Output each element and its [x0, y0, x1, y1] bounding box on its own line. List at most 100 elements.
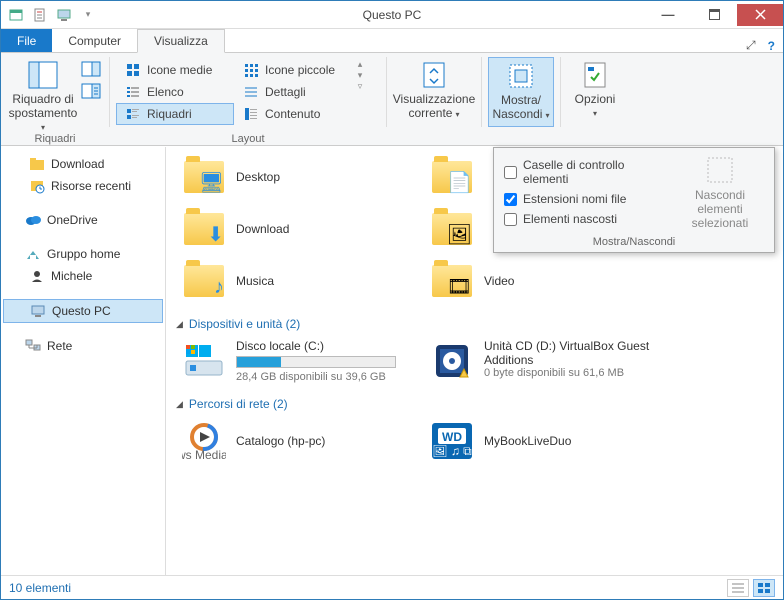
- net-mybook[interactable]: WD🖼 ♫ ⧉ MyBookLiveDuo: [424, 415, 672, 467]
- layout-list[interactable]: Elenco: [116, 81, 234, 103]
- view-tab[interactable]: Visualizza: [137, 29, 225, 53]
- show-hide-button[interactable]: Mostra/ Nascondi ▾: [488, 57, 554, 127]
- options-button[interactable]: Opzioni▾: [567, 57, 623, 127]
- layout-details[interactable]: Dettagli: [234, 81, 352, 103]
- folder-music-label: Musica: [236, 274, 274, 288]
- navigation-pane-button[interactable]: Riquadro di spostamento ▾: [7, 57, 79, 127]
- folder-music[interactable]: ♪ Musica: [176, 255, 424, 307]
- computer-icon[interactable]: [53, 4, 75, 26]
- layout-content-label: Contenuto: [265, 107, 320, 121]
- dropdown-footer: Mostra/Nascondi: [504, 230, 764, 248]
- checkbox-extensions[interactable]: [504, 193, 517, 206]
- options-icon: [579, 59, 611, 91]
- net-catalogo-label: Catalogo (hp-pc): [236, 434, 325, 448]
- current-view-label: Visualizzazione corrente: [393, 92, 476, 120]
- minimize-ribbon-icon[interactable]: ⤢: [746, 38, 756, 53]
- quick-access-toolbar: ▾: [1, 4, 99, 26]
- check-filename-extensions[interactable]: Estensioni nomi file: [504, 192, 666, 206]
- checkbox-itemboxes[interactable]: [504, 166, 517, 179]
- view-details-toggle[interactable]: [727, 579, 749, 597]
- ribbon-group-layout: Icone medie Icone piccole Elenco Dettagl…: [110, 53, 386, 147]
- ribbon-group-current-view: Visualizzazione corrente ▾: [387, 53, 481, 147]
- status-item-count: 10 elementi: [9, 581, 71, 595]
- nav-this-pc[interactable]: Questo PC: [3, 299, 163, 323]
- nav-recent-label: Risorse recenti: [51, 179, 131, 193]
- net-catalogo[interactable]: Windows Media Player Catalogo (hp-pc): [176, 415, 424, 467]
- hide-selected-button[interactable]: Nascondi elementi selezionati: [676, 154, 764, 230]
- checkbox-hidden[interactable]: [504, 213, 517, 226]
- folder-video[interactable]: 🎞 Video: [424, 255, 672, 307]
- svg-text:Windows Media Player: Windows Media Player: [182, 448, 226, 462]
- nav-download[interactable]: Download: [1, 153, 165, 175]
- close-button[interactable]: [737, 4, 783, 26]
- current-view-button[interactable]: Visualizzazione corrente ▾: [393, 57, 475, 127]
- layout-content[interactable]: Contenuto: [234, 103, 352, 125]
- properties-icon[interactable]: [29, 4, 51, 26]
- onedrive-icon: [25, 212, 41, 228]
- layout-tiles[interactable]: Riquadri: [116, 103, 234, 125]
- folder-icon: [29, 156, 45, 172]
- tab-row-right: ⤢ ?: [746, 38, 783, 53]
- qat-dropdown-icon[interactable]: ▾: [77, 4, 99, 26]
- nav-thispc-label: Questo PC: [52, 304, 111, 318]
- maximize-button[interactable]: [691, 4, 737, 26]
- svg-text:🖼 ♫ ⧉: 🖼 ♫ ⧉: [432, 444, 472, 458]
- check-extensions-label: Estensioni nomi file: [523, 192, 626, 206]
- qat-icon-1[interactable]: [5, 4, 27, 26]
- hide-selected-icon: [704, 154, 736, 186]
- section-devices[interactable]: ◢ Dispositivi e unità (2): [176, 307, 783, 335]
- folder-download[interactable]: ⬇ Download: [176, 203, 424, 255]
- file-tab[interactable]: File: [1, 29, 52, 53]
- nav-homegroup[interactable]: Gruppo home: [1, 243, 165, 265]
- preview-pane-button[interactable]: [79, 59, 103, 79]
- wd-icon: WD🖼 ♫ ⧉: [430, 419, 474, 463]
- folder-icon: ♪: [184, 265, 224, 297]
- section-network[interactable]: ◢ Percorsi di rete (2): [176, 387, 783, 415]
- view-large-toggle[interactable]: [753, 579, 775, 597]
- ribbon-group-options: Opzioni▾: [561, 53, 629, 147]
- ribbon-tab-row: File Computer Visualizza ⤢ ?: [1, 29, 783, 53]
- recent-icon: [29, 178, 45, 194]
- nav-network-label: Rete: [47, 339, 72, 353]
- layout-details-label: Dettagli: [265, 85, 306, 99]
- check-item-checkboxes[interactable]: Caselle di controllo elementi: [504, 158, 666, 186]
- drive-local-name: Disco locale (C:): [236, 339, 418, 353]
- check-hidden-label: Elementi nascosti: [523, 212, 617, 226]
- section-network-label: Percorsi di rete (2): [189, 397, 288, 411]
- layout-list-label: Elenco: [147, 85, 184, 99]
- layout-medium-label: Icone medie: [147, 63, 212, 77]
- nav-user-michele[interactable]: Michele: [1, 265, 165, 287]
- content-icon: [243, 106, 259, 122]
- small-icons-icon: [243, 62, 259, 78]
- drive-local-sub: 28,4 GB disponibili su 39,6 GB: [236, 371, 418, 383]
- window-controls: —: [645, 4, 783, 26]
- folder-icon: 🖥: [184, 161, 224, 193]
- folder-desktop[interactable]: 🖥 Desktop: [176, 151, 424, 203]
- layout-tiles-label: Riquadri: [147, 107, 192, 121]
- titlebar: ▾ Questo PC —: [1, 1, 783, 29]
- medium-icons-icon: [125, 62, 141, 78]
- svg-text:WD: WD: [442, 430, 462, 444]
- folder-icon: 📄: [432, 161, 472, 193]
- nav-recent[interactable]: Risorse recenti: [1, 175, 165, 197]
- help-icon[interactable]: ?: [768, 39, 775, 53]
- layout-small-icons[interactable]: Icone piccole: [234, 59, 352, 81]
- drive-local-c[interactable]: Disco locale (C:) 28,4 GB disponibili su…: [176, 335, 424, 387]
- layout-medium-icons[interactable]: Icone medie: [116, 59, 234, 81]
- nav-network[interactable]: Rete: [1, 335, 165, 357]
- computer-tab[interactable]: Computer: [52, 29, 137, 53]
- drive-cd-name: Unità CD (D:) VirtualBox Guest Additions: [484, 339, 666, 367]
- check-hidden-items[interactable]: Elementi nascosti: [504, 212, 666, 226]
- details-pane-button[interactable]: [79, 81, 103, 101]
- folder-icon: 🎞: [432, 265, 472, 297]
- minimize-button[interactable]: —: [645, 4, 691, 26]
- show-hide-icon: [505, 60, 537, 92]
- show-hide-dropdown: Caselle di controllo elementi Estensioni…: [493, 147, 775, 253]
- navigation-pane-icon: [27, 59, 59, 91]
- network-icon: [25, 338, 41, 354]
- nav-onedrive[interactable]: OneDrive: [1, 209, 165, 231]
- details-icon: [243, 84, 259, 100]
- net-mybook-label: MyBookLiveDuo: [484, 434, 571, 448]
- layout-scroll[interactable]: ▴▾▿: [352, 57, 368, 94]
- drive-cd-d[interactable]: Unità CD (D:) VirtualBox Guest Additions…: [424, 335, 672, 387]
